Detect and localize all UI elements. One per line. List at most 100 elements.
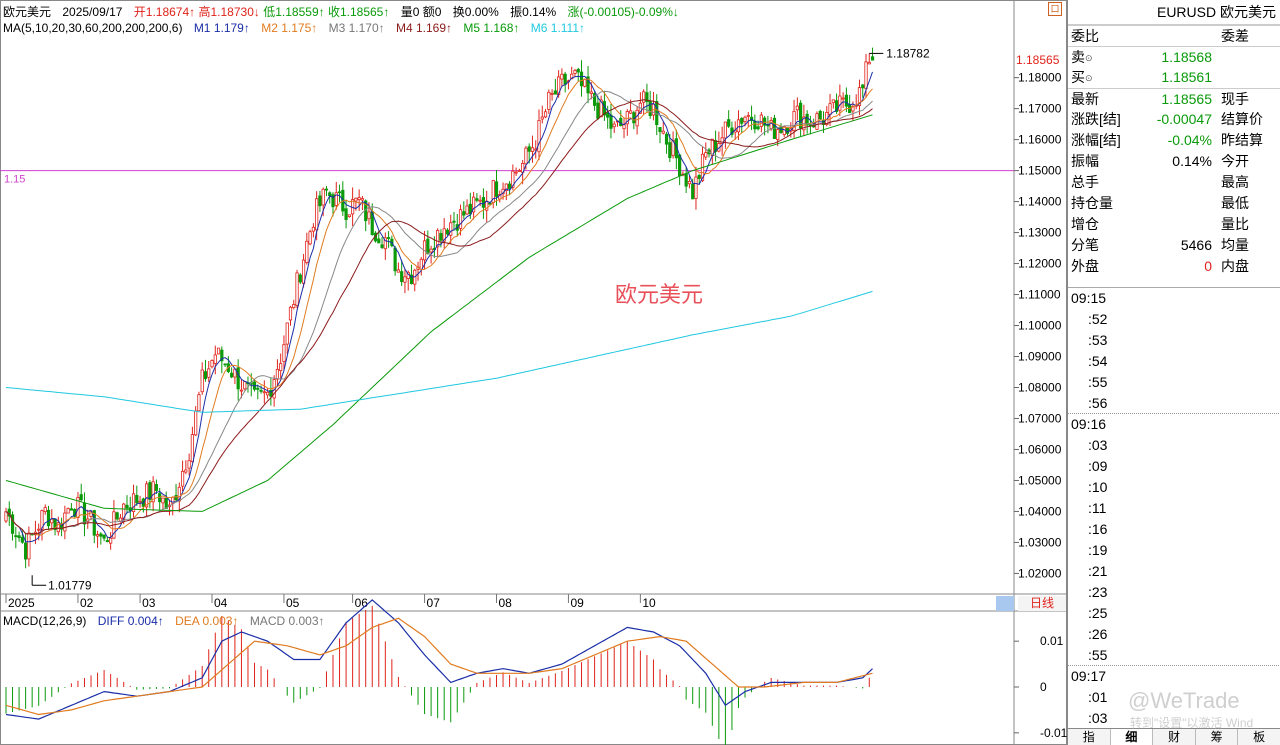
candle-body bbox=[230, 372, 234, 378]
price-tick-label: 1.17000 bbox=[1018, 102, 1062, 116]
candle-body bbox=[478, 199, 482, 202]
candle-body bbox=[337, 191, 342, 194]
candle-body bbox=[867, 61, 871, 65]
candle-body bbox=[279, 363, 283, 372]
candle-body bbox=[102, 534, 106, 539]
ma-m6-line bbox=[5, 290, 873, 413]
row-weibi: 委比 委差 bbox=[1068, 25, 1280, 46]
macd-dea-line bbox=[5, 617, 873, 716]
jinkai-label: 今开 bbox=[1221, 153, 1249, 169]
candle-body bbox=[439, 233, 443, 241]
candle-body bbox=[148, 482, 152, 500]
candle-body bbox=[161, 497, 165, 504]
price-chart[interactable]: 1.18000 1.17000 1.16000 1.15000 1.14000 1.130… bbox=[0, 0, 1067, 745]
candle-body bbox=[612, 123, 616, 128]
liangbi-label: 量比 bbox=[1221, 216, 1249, 232]
quote-amount: 额0 bbox=[422, 5, 442, 19]
candle-body bbox=[684, 173, 688, 187]
candle-body bbox=[530, 147, 535, 152]
candle-body bbox=[553, 90, 557, 95]
macd-legend: MACD(12,26,9) DIFF 0.004↑ DEA 0.003↑ MAC… bbox=[3, 614, 333, 628]
buy-label: 买 bbox=[1071, 69, 1085, 85]
tab-sector[interactable]: 板 bbox=[1238, 729, 1280, 745]
macd-tick-label: 0 bbox=[1040, 680, 1047, 694]
candle-body bbox=[619, 117, 623, 127]
quote-turnover: 换0.00% bbox=[452, 5, 499, 19]
tab-chips[interactable]: 筹 bbox=[1196, 729, 1239, 745]
tab-detail[interactable]: 细 bbox=[1110, 729, 1154, 745]
candle-body bbox=[704, 152, 708, 158]
candle-body bbox=[753, 120, 757, 130]
tab-finance[interactable]: 财 bbox=[1153, 729, 1196, 745]
price-tick-label: 1.02000 bbox=[1018, 566, 1062, 580]
candle-body bbox=[305, 240, 309, 263]
tick-list[interactable]: 09:15 :52 :53 :54 :55 :56 09:16 :03 :09 … bbox=[1068, 287, 1280, 729]
candle-body bbox=[563, 73, 567, 85]
candle-body bbox=[527, 146, 531, 152]
candle-body bbox=[759, 114, 763, 127]
candle-body bbox=[321, 188, 325, 206]
candle-body bbox=[514, 171, 518, 174]
zengcang-label: 增仓 bbox=[1071, 216, 1099, 232]
weicha-label: 委差 bbox=[1221, 28, 1249, 44]
candle-body bbox=[194, 410, 198, 436]
sell-label: 卖 bbox=[1071, 49, 1085, 65]
price-tick-label: 1.06000 bbox=[1018, 442, 1062, 456]
zuojiesuan-label: 昨结算 bbox=[1221, 132, 1263, 148]
candle-body bbox=[115, 512, 119, 520]
candle-body bbox=[628, 110, 633, 114]
time-tick-label: 09 bbox=[570, 596, 584, 610]
zuigao-label: 最高 bbox=[1221, 174, 1249, 190]
ma-legend-m2: M2 1.175↑ bbox=[261, 21, 318, 35]
period-daily-button[interactable]: 日线 bbox=[1018, 596, 1066, 611]
quote-panel: EURUSD 欧元美元 委比 委差 卖⊙ 1.18568 买⊙ 1.18561 … bbox=[1067, 0, 1280, 745]
row-zongshou: 总手 最高 bbox=[1068, 172, 1280, 193]
tick-time: :03 bbox=[1088, 437, 1108, 453]
latest-label: 最新 bbox=[1071, 91, 1099, 107]
price-tick-label: 1.12000 bbox=[1018, 257, 1062, 271]
candle-body bbox=[347, 214, 351, 217]
candle-body bbox=[396, 269, 401, 273]
candle-body bbox=[298, 274, 302, 283]
activate-windows-text: 转到"设置"以激活 Wind bbox=[1130, 716, 1254, 730]
candle-body bbox=[494, 181, 499, 197]
candle-body bbox=[452, 220, 456, 223]
candle-body bbox=[99, 533, 103, 537]
fenbi-label: 分笔 bbox=[1071, 237, 1099, 253]
tab-index[interactable]: 指 bbox=[1068, 729, 1111, 745]
junliang-label: 均量 bbox=[1221, 237, 1249, 253]
row-zhangdie: 涨跌[结] -0.00047 结算价 bbox=[1068, 109, 1280, 130]
macd-legend-macd: MACD 0.003↑ bbox=[249, 614, 325, 628]
candle-body bbox=[10, 514, 15, 534]
ma-legend-m5: M5 1.168↑ bbox=[463, 21, 520, 35]
candle-body bbox=[328, 192, 332, 197]
candle-body bbox=[308, 231, 312, 245]
candle-body bbox=[606, 112, 610, 118]
candle-body bbox=[697, 174, 701, 179]
scroll-indicator[interactable] bbox=[996, 596, 1014, 611]
candle-body bbox=[354, 197, 358, 202]
candle-body bbox=[462, 211, 466, 216]
window-icon[interactable]: 口 bbox=[1048, 2, 1062, 16]
candle-body bbox=[560, 73, 564, 80]
candle-body bbox=[723, 121, 728, 139]
candle-body bbox=[200, 369, 204, 393]
candle-body bbox=[426, 238, 430, 254]
zhangdie-label: 涨跌[结] bbox=[1071, 111, 1121, 127]
chart-center-label: 欧元美元 bbox=[615, 282, 703, 307]
candle-body bbox=[187, 460, 191, 469]
candle-body bbox=[481, 197, 486, 208]
candle-body bbox=[210, 360, 214, 368]
candle-body bbox=[197, 394, 201, 412]
ma-m5-line bbox=[5, 114, 873, 512]
low-marker-label: 1.01779 bbox=[48, 578, 92, 592]
candle-body bbox=[27, 532, 31, 560]
candle-body bbox=[216, 347, 221, 355]
candle-body bbox=[861, 84, 865, 89]
candle-body bbox=[207, 368, 211, 378]
candle-body bbox=[393, 247, 397, 272]
candle-body bbox=[573, 70, 577, 74]
candle-body bbox=[583, 79, 587, 87]
candle-body bbox=[184, 469, 188, 473]
candle-body bbox=[265, 391, 270, 396]
